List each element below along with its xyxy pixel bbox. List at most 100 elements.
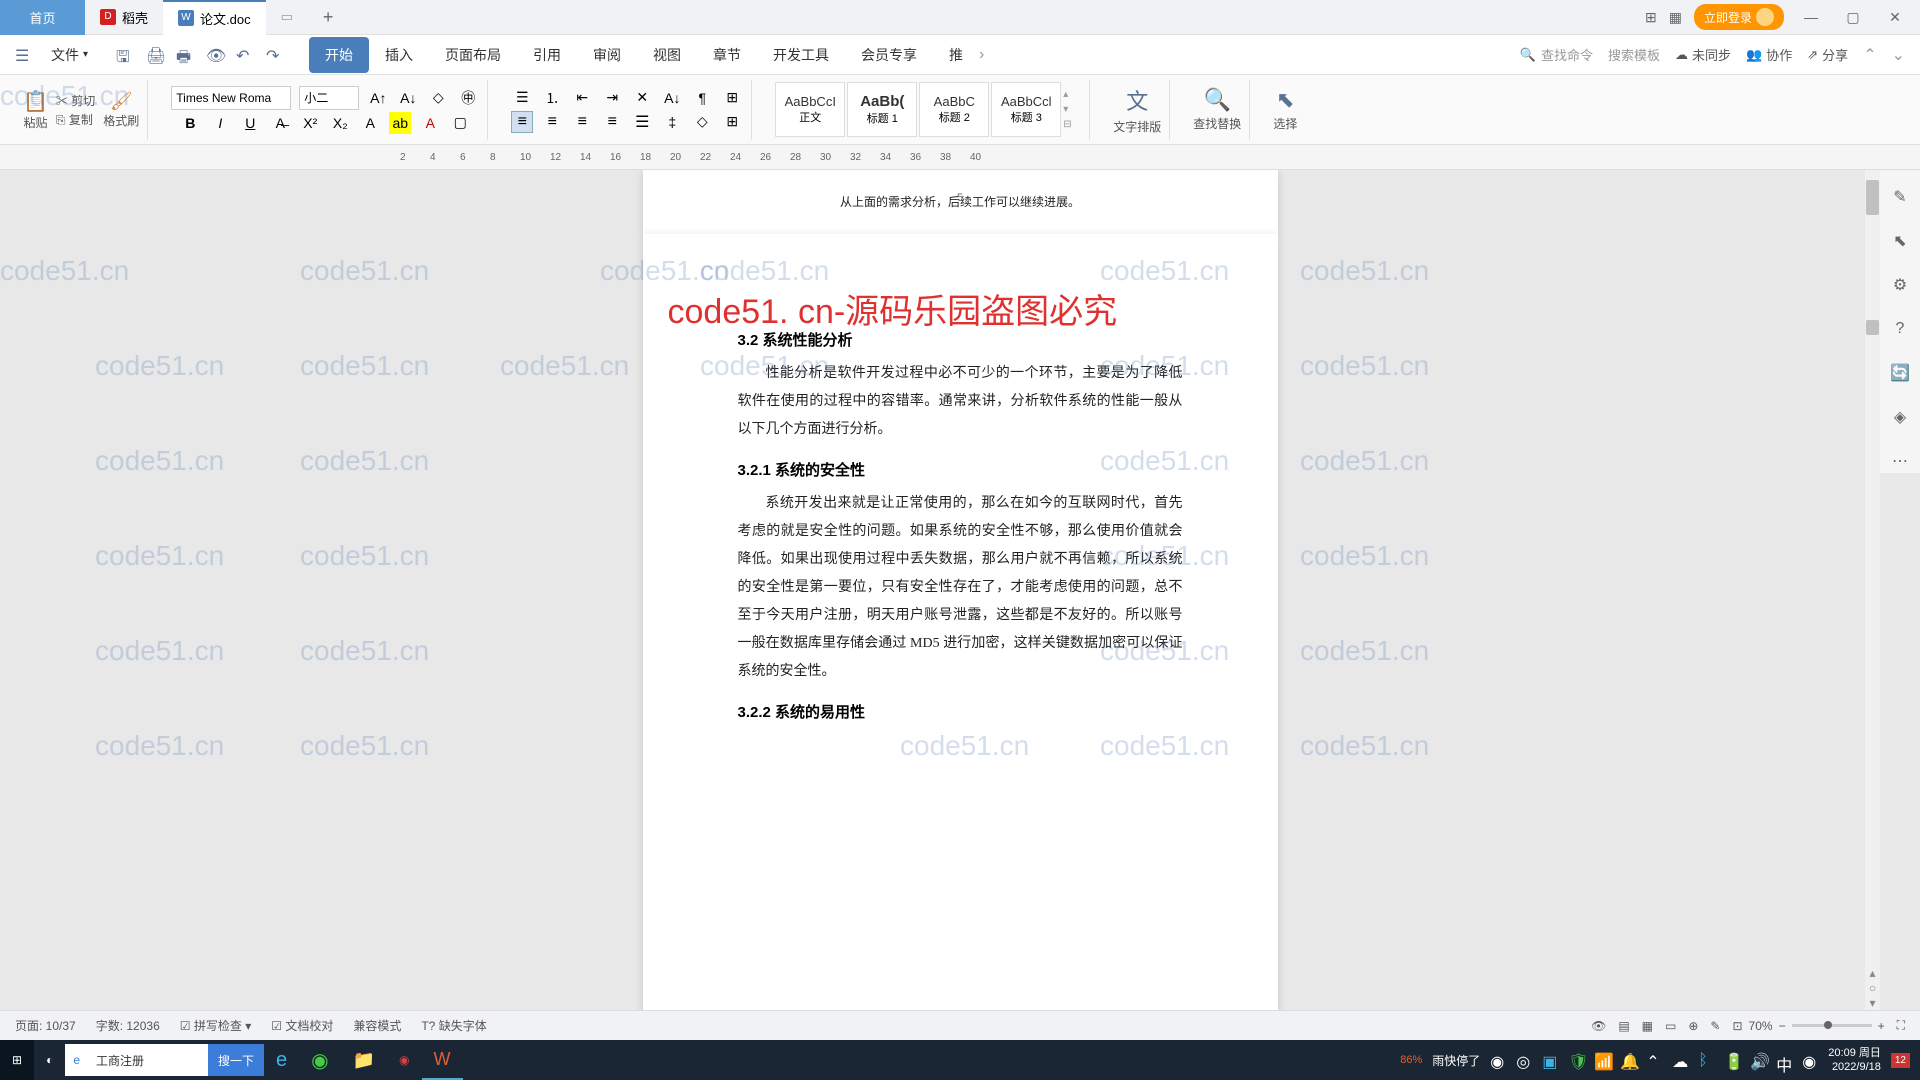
align-center-button[interactable]: ≡ (541, 111, 563, 133)
web-layout-icon[interactable]: ⊕ (1688, 1019, 1698, 1033)
font-color-button[interactable]: A (419, 112, 441, 134)
zoom-out-button[interactable]: − (1779, 1019, 1786, 1033)
style-heading1[interactable]: AaBb( 标题 1 (847, 82, 917, 137)
tray-app-icon[interactable]: ◉ (1802, 1052, 1818, 1068)
taskbar-search-input[interactable] (88, 1044, 208, 1076)
translate-tool-icon[interactable]: 🔄 (1888, 361, 1912, 385)
preview-icon[interactable]: 👁 (206, 46, 224, 64)
undo-icon[interactable]: ↶ (236, 46, 254, 64)
sync-status[interactable]: ☁ 未同步 (1675, 45, 1731, 64)
taskbar-app1[interactable]: ◉ (387, 1040, 421, 1080)
print-icon[interactable]: 🖶 (176, 46, 194, 64)
minimize-button[interactable]: — (1796, 9, 1826, 25)
increase-indent-button[interactable]: ⇥ (601, 87, 623, 109)
more-tool-icon[interactable]: ⋯ (1888, 449, 1912, 473)
ribbon-tab-member[interactable]: 会员专享 (845, 37, 933, 73)
ribbon-tab-pagelayout[interactable]: 页面布局 (429, 37, 517, 73)
compat-mode[interactable]: 兼容模式 (353, 1017, 401, 1034)
tray-bell-icon[interactable]: 🔔 (1620, 1052, 1636, 1068)
align-right-button[interactable]: ≡ (571, 111, 593, 133)
tray-ime-icon[interactable]: 中 (1776, 1052, 1792, 1068)
tab-window-icon[interactable]: ▭ (266, 0, 308, 35)
zoom-slider[interactable] (1792, 1024, 1872, 1027)
style-normal[interactable]: AaBbCcI 正文 (775, 82, 845, 137)
line-spacing-button[interactable]: ‡ (661, 111, 683, 133)
ribbon-tab-more[interactable]: 推 (933, 37, 979, 73)
tab-add[interactable]: + (308, 0, 338, 35)
notification-badge[interactable]: 12 (1891, 1053, 1910, 1068)
cursor-tool-icon[interactable]: ⬉ (1888, 229, 1912, 253)
phonetic-icon[interactable]: ㊥ (457, 87, 479, 109)
font-family-select[interactable] (171, 86, 291, 110)
scroll-up-icon[interactable]: ▴ (1865, 966, 1880, 980)
tray-icon-3[interactable]: ▣ (1542, 1052, 1558, 1068)
find-icon[interactable]: 🔍 (1204, 87, 1231, 113)
style-down-icon[interactable]: ▾ (1063, 104, 1081, 115)
tray-battery-icon[interactable]: 🔋 (1724, 1052, 1740, 1068)
strikethrough-button[interactable]: A̶ (269, 112, 291, 134)
document-proof[interactable]: ☑ 文档校对 (271, 1017, 333, 1034)
command-search[interactable]: 🔍 查找命令 (1520, 45, 1593, 64)
fullscreen-icon[interactable]: ⛶ (1897, 1018, 1905, 1033)
underline-button[interactable]: U (239, 112, 261, 134)
file-menu[interactable]: 文件 ▾ (43, 45, 96, 65)
ribbon-tab-insert[interactable]: 插入 (369, 37, 429, 73)
tab-home[interactable]: 首页 (0, 0, 85, 35)
ribbon-tab-view[interactable]: 视图 (637, 37, 697, 73)
char-border-button[interactable]: ▢ (449, 112, 471, 134)
shrink-font-icon[interactable]: A↓ (397, 87, 419, 109)
template-search[interactable]: 搜索模板 (1608, 45, 1660, 64)
collapse-ribbon-icon[interactable]: ⌃ (1863, 45, 1876, 65)
paste-icon[interactable]: 📋 (23, 89, 48, 114)
tray-icon-1[interactable]: ◉ (1490, 1052, 1506, 1068)
ribbon-tab-references[interactable]: 引用 (517, 37, 577, 73)
word-count[interactable]: 字数: 12036 (96, 1017, 160, 1034)
subscript-button[interactable]: X₂ (329, 112, 351, 134)
ribbon-tab-devtools[interactable]: 开发工具 (757, 37, 845, 73)
taskbar-explorer[interactable]: 📁 (341, 1040, 387, 1080)
superscript-button[interactable]: X² (299, 112, 321, 134)
scroll-thumb[interactable] (1866, 320, 1879, 335)
collab-button[interactable]: 👥 协作 (1746, 45, 1792, 64)
close-button[interactable]: ✕ (1880, 9, 1910, 26)
tab-document[interactable]: W 论文.doc (163, 0, 266, 35)
missing-font[interactable]: T? 缺失字体 (421, 1017, 486, 1034)
bold-button[interactable]: B (179, 112, 201, 134)
bullets-button[interactable]: ☰ (511, 87, 533, 109)
show-marks-button[interactable]: ¶ (691, 87, 713, 109)
align-left-button[interactable]: ≡ (511, 111, 533, 133)
taskbar-360[interactable]: ◉ (299, 1040, 340, 1080)
scroll-thumb-top[interactable] (1866, 180, 1879, 215)
grid-icon[interactable]: ⊞ (1645, 9, 1657, 26)
zoom-fit-icon[interactable]: ⊡ (1732, 1019, 1742, 1033)
tray-onedrive-icon[interactable]: ☁ (1672, 1052, 1688, 1068)
read-mode-icon[interactable]: ▤ (1618, 1019, 1629, 1033)
font-size-select[interactable] (299, 86, 359, 110)
symbol-tool-icon[interactable]: ◈ (1888, 405, 1912, 429)
tray-icon-4[interactable]: 🛡 (1568, 1052, 1584, 1068)
weather-widget[interactable]: 雨快停了 (1432, 1052, 1480, 1069)
tab-daoke[interactable]: D 稻壳 (85, 0, 163, 35)
tray-bluetooth-icon[interactable]: ᛒ (1698, 1052, 1714, 1068)
taskbar-wps[interactable]: W (422, 1040, 463, 1080)
highlight-button[interactable]: ab (389, 112, 411, 134)
borders-button[interactable]: ⊞ (721, 111, 743, 133)
hamburger-icon[interactable]: ☰ (15, 46, 33, 64)
text-effects-button[interactable]: A (359, 112, 381, 134)
select-icon[interactable]: ⬉ (1276, 87, 1294, 113)
document-area[interactable]: 从上面的需求分析，后续工作可以继续进展。 5 code51. cn-源码乐园盗图… (0, 170, 1920, 1010)
cut-button[interactable]: ✂ 剪切 (56, 92, 95, 109)
asian-spacing-button[interactable]: ✕ (631, 87, 653, 109)
export-icon[interactable]: 🖨 (146, 46, 164, 64)
scroll-ring-icon[interactable]: ○ (1865, 981, 1880, 995)
ribbon-tab-chapter[interactable]: 章节 (697, 37, 757, 73)
scroll-down-icon[interactable]: ▾ (1865, 996, 1880, 1010)
save-icon[interactable]: 🖫 (116, 46, 134, 64)
ribbon-menu-icon[interactable]: ⌄ (1892, 45, 1905, 65)
eye-mode-icon[interactable]: 👁 (1591, 1019, 1606, 1033)
print-layout-icon[interactable]: ▭ (1665, 1019, 1676, 1033)
tray-wifi-icon[interactable]: 📶 (1594, 1052, 1610, 1068)
zoom-value[interactable]: 70% (1749, 1019, 1773, 1033)
taskbar-ie[interactable]: e (264, 1040, 299, 1080)
tray-icon-2[interactable]: ◎ (1516, 1052, 1532, 1068)
